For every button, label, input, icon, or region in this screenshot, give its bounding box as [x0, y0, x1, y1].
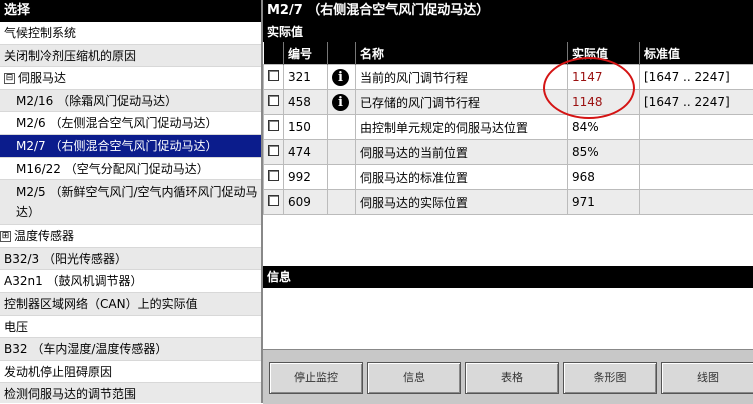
selection-header: 选择 — [0, 0, 261, 22]
row-id: 474 — [284, 140, 328, 165]
row-id: 458 — [284, 90, 328, 115]
tree-item-m2-7[interactable]: M2/7 （右侧混合空气风门促动马达） — [0, 135, 261, 158]
table-row[interactable]: 992 伺服马达的标准位置 968 — [264, 165, 753, 190]
column-header-name[interactable]: 名称 — [356, 42, 568, 65]
info-icon[interactable]: i — [332, 94, 349, 111]
collapse-icon[interactable]: ⊟ — [4, 73, 15, 84]
row-actual-value: 971 — [568, 190, 640, 215]
tree-item-climate-control[interactable]: 气候控制系统 — [0, 22, 261, 45]
tree-item-m2-16[interactable]: M2/16 （除霜风门促动马达） — [0, 90, 261, 113]
row-checkbox[interactable] — [268, 195, 279, 206]
column-header-actual[interactable]: 实际值 — [568, 42, 640, 65]
row-checkbox[interactable] — [268, 70, 279, 81]
row-actual-value: 968 — [568, 165, 640, 190]
bar-chart-button[interactable]: 条形图 — [563, 362, 657, 394]
row-id: 321 — [284, 65, 328, 90]
stop-monitoring-button[interactable]: 停止监控 — [269, 362, 363, 394]
row-actual-value: 84% — [568, 115, 640, 140]
tree-item-b32-3[interactable]: B32/3 （阳光传感器） — [0, 248, 261, 271]
row-standard-value — [640, 190, 753, 215]
row-id: 150 — [284, 115, 328, 140]
row-checkbox[interactable] — [268, 145, 279, 156]
row-standard-value — [640, 140, 753, 165]
row-standard-value — [640, 165, 753, 190]
tree-item-b32[interactable]: B32 （车内湿度/温度传感器） — [0, 338, 261, 361]
table-row[interactable]: 150 由控制单元规定的伺服马达位置 84% — [264, 115, 753, 140]
tree-item-engine-stop-reasons[interactable]: 发动机停止阻碍原因 — [0, 361, 261, 384]
tree-item-servo-range-check[interactable]: 检测伺服马达的调节范围 — [0, 383, 261, 403]
tree-item-label: 温度传感器 — [14, 229, 74, 243]
row-actual-value: 1148 — [568, 90, 640, 115]
row-standard-value: [1647 .. 2247] — [640, 90, 753, 115]
table-row[interactable]: 609 伺服马达的实际位置 971 — [264, 190, 753, 215]
table-row[interactable]: 474 伺服马达的当前位置 85% — [264, 140, 753, 165]
row-id: 609 — [284, 190, 328, 215]
tree-item-m2-5[interactable]: M2/5 （新鲜空气风门/空气内循环风门促动马达） — [0, 180, 261, 225]
row-checkbox[interactable] — [268, 170, 279, 181]
table-row[interactable]: 458 i 已存储的风门调节行程 1148 [1647 .. 2247] — [264, 90, 753, 115]
tree-item-temperature-sensors[interactable]: ⊞温度传感器 — [0, 225, 261, 248]
row-actual-value: 1147 — [568, 65, 640, 90]
checkbox-column-header — [264, 42, 284, 65]
bottom-toolbar: 停止监控 信息 表格 条形图 线图 — [263, 349, 753, 404]
info-icon[interactable]: i — [332, 69, 349, 86]
tree-item-can-values[interactable]: 控制器区域网络（CAN）上的实际值 — [0, 293, 261, 316]
row-name: 伺服马达的标准位置 — [356, 165, 568, 190]
row-standard-value — [640, 115, 753, 140]
actual-values-header: 实际值 — [263, 22, 753, 42]
row-checkbox[interactable] — [268, 120, 279, 131]
tree-item-voltage[interactable]: 电压 — [0, 316, 261, 339]
table-button[interactable]: 表格 — [465, 362, 559, 394]
info-button[interactable]: 信息 — [367, 362, 461, 394]
column-header-id[interactable]: 编号 — [284, 42, 328, 65]
tree-item-servo-motors[interactable]: ⊟伺服马达 — [0, 67, 261, 90]
row-standard-value: [1647 .. 2247] — [640, 65, 753, 90]
line-chart-button[interactable]: 线图 — [661, 362, 753, 394]
column-header-standard[interactable]: 标准值 — [640, 42, 753, 65]
actual-values-table: 编号 名称 实际值 标准值 321 i 当前的风门调节行程 1147 [1647… — [263, 42, 753, 215]
tree-item-m2-6[interactable]: M2/6 （左侧混合空气风门促动马达） — [0, 112, 261, 135]
expand-icon[interactable]: ⊞ — [0, 231, 11, 242]
tree-item-label: 伺服马达 — [18, 71, 66, 85]
row-name: 伺服马达的实际位置 — [356, 190, 568, 215]
row-actual-value: 85% — [568, 140, 640, 165]
row-checkbox[interactable] — [268, 95, 279, 106]
row-name: 已存储的风门调节行程 — [356, 90, 568, 115]
tree-item-m16-22[interactable]: M16/22 （空气分配风门促动马达） — [0, 158, 261, 181]
detail-panel: M2/7 （右侧混合空气风门促动马达） 实际值 编号 名称 实际值 标准值 32… — [263, 0, 753, 403]
info-column-header — [328, 42, 356, 65]
row-id: 992 — [284, 165, 328, 190]
row-name: 当前的风门调节行程 — [356, 65, 568, 90]
row-name: 由控制单元规定的伺服马达位置 — [356, 115, 568, 140]
table-row[interactable]: 321 i 当前的风门调节行程 1147 [1647 .. 2247] — [264, 65, 753, 90]
detail-title: M2/7 （右侧混合空气风门促动马达） — [263, 0, 753, 22]
tree-item-compressor-shutoff[interactable]: 关闭制冷剂压缩机的原因 — [0, 45, 261, 68]
table-empty-area — [263, 215, 753, 266]
selection-panel: 选择 气候控制系统 关闭制冷剂压缩机的原因 ⊟伺服马达 M2/16 （除霜风门促… — [0, 0, 261, 403]
tree-item-a32n1[interactable]: A32n1 （鼓风机调节器） — [0, 270, 261, 293]
row-name: 伺服马达的当前位置 — [356, 140, 568, 165]
info-section-header: 信息 — [263, 266, 753, 288]
